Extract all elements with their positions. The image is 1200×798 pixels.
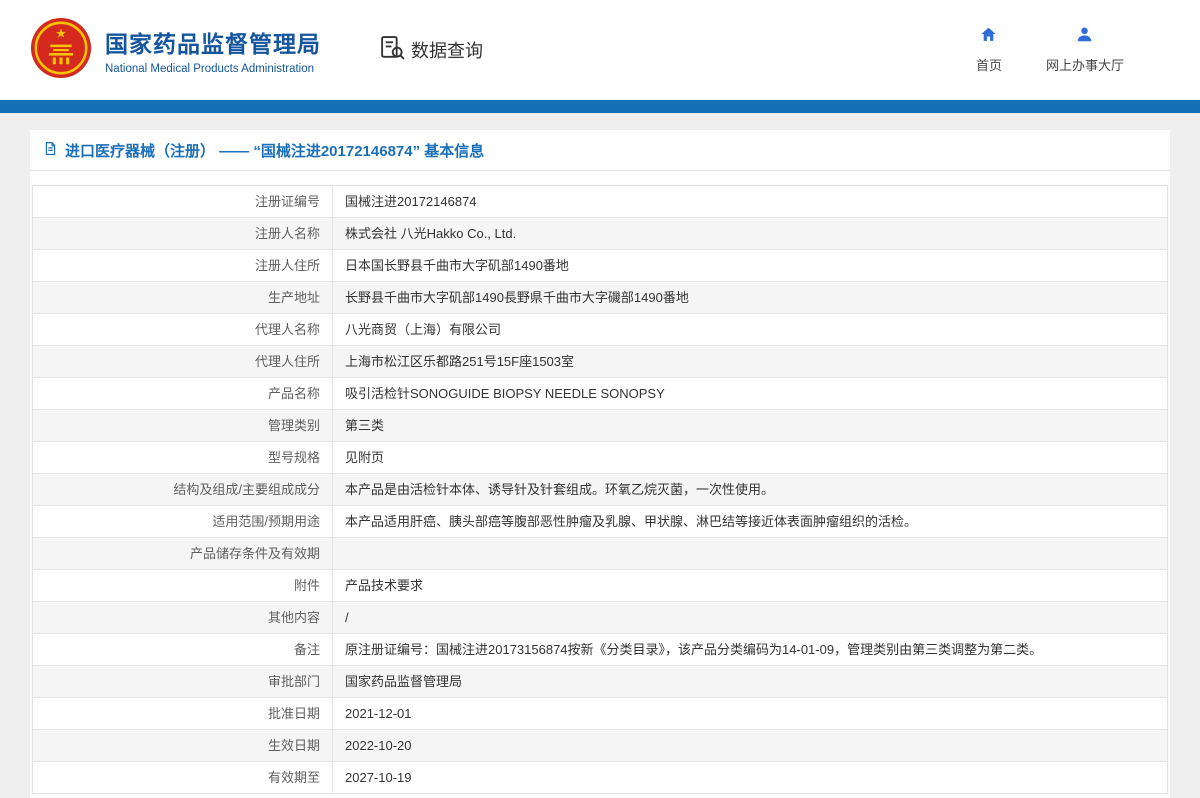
nav-item-service-hall[interactable]: 网上办事大厅 [1046, 26, 1124, 74]
row-value: 2021-12-01 [333, 698, 1168, 730]
row-label: 备注 [33, 634, 333, 666]
document-icon [43, 141, 58, 161]
row-value: 日本国长野县千曲市大字矶部1490番地 [333, 250, 1168, 282]
row-label: 型号规格 [33, 442, 333, 474]
row-value: 国家药品监督管理局 [333, 666, 1168, 698]
data-query-icon [379, 34, 406, 66]
data-query-entry[interactable]: 数据查询 [379, 34, 483, 66]
row-label: 附件 [33, 570, 333, 602]
table-row: 备注原注册证编号：国械注进20173156874按新《分类目录》，该产品分类编码… [33, 634, 1168, 666]
table-row: 审批部门国家药品监督管理局 [33, 666, 1168, 698]
row-value: 八光商贸（上海）有限公司 [333, 314, 1168, 346]
row-value: / [333, 602, 1168, 634]
table-row: 适用范围/预期用途本产品适用肝癌、胰头部癌等腹部恶性肿瘤及乳腺、甲状腺、淋巴结等… [33, 506, 1168, 538]
table-row: 注册证编号国械注进20172146874 [33, 186, 1168, 218]
row-label: 产品储存条件及有效期 [33, 538, 333, 570]
table-row: 有效期至2027-10-19 [33, 762, 1168, 794]
table-row: 结构及组成/主要组成成分本产品是由活检针本体、诱导针及针套组成。环氧乙烷灭菌，一… [33, 474, 1168, 506]
row-label: 代理人住所 [33, 346, 333, 378]
org-name-en: National Medical Products Administration [105, 63, 321, 75]
data-query-label: 数据查询 [411, 37, 483, 63]
row-label: 注册证编号 [33, 186, 333, 218]
card-header: 进口医疗器械（注册） —— “国械注进20172146874” 基本信息 [30, 130, 1170, 171]
row-value: 2027-10-19 [333, 762, 1168, 794]
registration-info-table: 注册证编号国械注进20172146874注册人名称株式会社 八光Hakko Co… [32, 185, 1168, 794]
row-label: 审批部门 [33, 666, 333, 698]
org-name-cn: 国家药品监督管理局 [105, 25, 321, 59]
nav-item-label: 网上办事大厅 [1046, 55, 1124, 74]
nav-item-home[interactable]: 首页 [976, 26, 1002, 74]
top-nav: 首页 网上办事大厅 [976, 26, 1124, 74]
user-icon [1076, 26, 1093, 48]
nav-item-label: 首页 [976, 55, 1002, 74]
top-header: 国家药品监督管理局 National Medical Products Admi… [0, 0, 1200, 100]
row-value: 第三类 [333, 410, 1168, 442]
table-row: 产品储存条件及有效期 [33, 538, 1168, 570]
row-label: 适用范围/预期用途 [33, 506, 333, 538]
table-row: 型号规格见附页 [33, 442, 1168, 474]
row-label: 管理类别 [33, 410, 333, 442]
national-emblem-icon [30, 17, 92, 84]
info-table-body: 注册证编号国械注进20172146874注册人名称株式会社 八光Hakko Co… [33, 186, 1168, 794]
table-row: 代理人住所上海市松江区乐都路251号15F座1503室 [33, 346, 1168, 378]
site-logo[interactable]: 国家药品监督管理局 National Medical Products Admi… [30, 17, 321, 84]
table-row: 批准日期2021-12-01 [33, 698, 1168, 730]
row-value: 见附页 [333, 442, 1168, 474]
table-row: 产品名称吸引活检针SONOGUIDE BIOPSY NEEDLE SONOPSY [33, 378, 1168, 410]
home-icon [980, 26, 997, 48]
row-label: 生效日期 [33, 730, 333, 762]
row-value: 株式会社 八光Hakko Co., Ltd. [333, 218, 1168, 250]
row-value: 长野县千曲市大字矶部1490長野県千曲市大字磯部1490番地 [333, 282, 1168, 314]
row-label: 批准日期 [33, 698, 333, 730]
page-title: 进口医疗器械（注册） —— “国械注进20172146874” 基本信息 [65, 140, 484, 161]
table-row: 注册人名称株式会社 八光Hakko Co., Ltd. [33, 218, 1168, 250]
row-value: 原注册证编号：国械注进20173156874按新《分类目录》，该产品分类编码为1… [333, 634, 1168, 666]
row-value: 本产品是由活检针本体、诱导针及针套组成。环氧乙烷灭菌，一次性使用。 [333, 474, 1168, 506]
row-label: 代理人名称 [33, 314, 333, 346]
table-row: 附件产品技术要求 [33, 570, 1168, 602]
row-value: 产品技术要求 [333, 570, 1168, 602]
row-value: 上海市松江区乐都路251号15F座1503室 [333, 346, 1168, 378]
table-row: 管理类别第三类 [33, 410, 1168, 442]
row-label: 生产地址 [33, 282, 333, 314]
row-value: 吸引活检针SONOGUIDE BIOPSY NEEDLE SONOPSY [333, 378, 1168, 410]
row-value [333, 538, 1168, 570]
row-label: 其他内容 [33, 602, 333, 634]
row-value: 本产品适用肝癌、胰头部癌等腹部恶性肿瘤及乳腺、甲状腺、淋巴结等接近体表面肿瘤组织… [333, 506, 1168, 538]
row-label: 产品名称 [33, 378, 333, 410]
table-row: 生效日期2022-10-20 [33, 730, 1168, 762]
row-label: 有效期至 [33, 762, 333, 794]
row-label: 注册人名称 [33, 218, 333, 250]
header-divider-bar [0, 100, 1200, 113]
row-label: 注册人住所 [33, 250, 333, 282]
table-row: 生产地址长野县千曲市大字矶部1490長野県千曲市大字磯部1490番地 [33, 282, 1168, 314]
info-card: 进口医疗器械（注册） —— “国械注进20172146874” 基本信息 注册证… [30, 130, 1170, 798]
table-row: 代理人名称八光商贸（上海）有限公司 [33, 314, 1168, 346]
table-row: 其他内容/ [33, 602, 1168, 634]
row-label: 结构及组成/主要组成成分 [33, 474, 333, 506]
table-row: 注册人住所日本国长野县千曲市大字矶部1490番地 [33, 250, 1168, 282]
row-value: 2022-10-20 [333, 730, 1168, 762]
row-value: 国械注进20172146874 [333, 186, 1168, 218]
